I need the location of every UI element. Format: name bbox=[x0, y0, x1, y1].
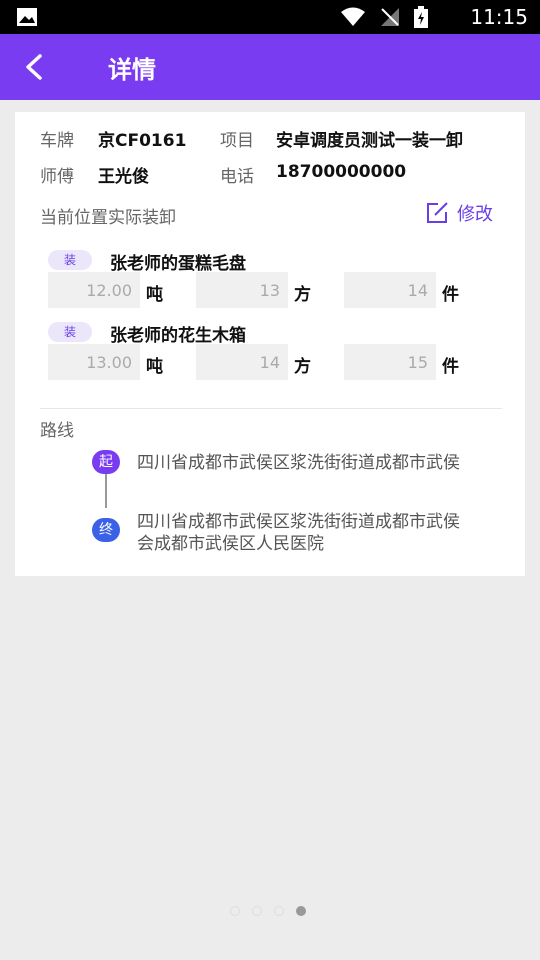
goods-name: 张老师的蛋糕毛盘 bbox=[110, 254, 246, 274]
page-dot[interactable] bbox=[230, 906, 240, 916]
plate-value: 京CF0161 bbox=[98, 131, 187, 151]
wifi-icon bbox=[341, 7, 365, 26]
count-input[interactable] bbox=[344, 344, 436, 380]
count-input[interactable] bbox=[344, 272, 436, 308]
phone-value: 18700000000 bbox=[276, 162, 407, 182]
edit-label: 修改 bbox=[457, 204, 493, 225]
page-title: 详情 bbox=[108, 56, 156, 84]
end-address-line2: 会成都市武侯区人民医院 bbox=[137, 534, 324, 554]
status-time: 11:15 bbox=[470, 5, 528, 29]
page-dot[interactable] bbox=[252, 906, 262, 916]
route-title: 路线 bbox=[40, 421, 74, 441]
project-label: 项目 bbox=[220, 131, 254, 151]
weight-unit: 吨 bbox=[146, 357, 163, 377]
weight-unit: 吨 bbox=[146, 285, 163, 305]
count-unit: 件 bbox=[442, 285, 459, 305]
edit-button[interactable]: 修改 bbox=[425, 200, 493, 226]
load-tag: 装 bbox=[48, 250, 92, 270]
route-connector bbox=[105, 474, 107, 508]
battery-charging-icon bbox=[414, 6, 428, 28]
end-address-line1: 四川省成都市武侯区浆洗街街道成都市武侯 bbox=[137, 512, 460, 532]
start-badge: 起 bbox=[92, 450, 120, 474]
no-signal-icon bbox=[381, 8, 399, 26]
detail-card: 车牌 京CF0161 项目 安卓调度员测试一装一卸 师傅 王光俊 电话 1870… bbox=[15, 112, 525, 576]
volume-input[interactable] bbox=[196, 344, 288, 380]
load-tag: 装 bbox=[48, 322, 92, 342]
end-badge: 终 bbox=[92, 518, 120, 542]
weight-input[interactable] bbox=[48, 344, 140, 380]
driver-value: 王光俊 bbox=[98, 167, 149, 187]
app-bar: 详情 bbox=[0, 34, 540, 100]
volume-unit: 方 bbox=[294, 285, 311, 305]
edit-icon bbox=[427, 202, 448, 223]
divider bbox=[40, 408, 502, 409]
count-unit: 件 bbox=[442, 357, 459, 377]
plate-label: 车牌 bbox=[40, 131, 74, 151]
weight-input[interactable] bbox=[48, 272, 140, 308]
page-indicator bbox=[230, 906, 306, 916]
gallery-icon bbox=[17, 8, 37, 26]
page-dot-active[interactable] bbox=[296, 906, 306, 916]
phone-label: 电话 bbox=[220, 167, 254, 187]
goods-name: 张老师的花生木箱 bbox=[110, 326, 246, 346]
section-title: 当前位置实际装卸 bbox=[40, 208, 176, 228]
project-value: 安卓调度员测试一装一卸 bbox=[276, 131, 463, 151]
volume-unit: 方 bbox=[294, 357, 311, 377]
page-dot[interactable] bbox=[274, 906, 284, 916]
volume-input[interactable] bbox=[196, 272, 288, 308]
driver-label: 师傅 bbox=[40, 167, 74, 187]
status-bar: 11:15 bbox=[0, 0, 540, 34]
back-arrow-icon[interactable] bbox=[18, 50, 52, 84]
start-address: 四川省成都市武侯区浆洗街街道成都市武侯 bbox=[137, 453, 460, 473]
